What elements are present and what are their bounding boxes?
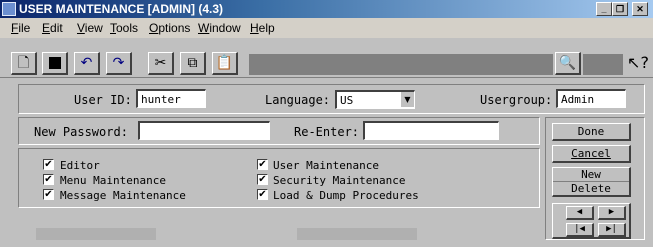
new-password-field[interactable]	[138, 121, 270, 140]
triangle-left-icon: ◀	[576, 207, 583, 217]
paste-icon: 📋	[215, 55, 234, 71]
menu-bar: File Edit View Tools Options Window Help	[0, 18, 653, 38]
checkbox-user-maintenance[interactable]: ✔	[257, 159, 268, 170]
undo-button[interactable]: ↶	[74, 52, 100, 75]
chevron-down-icon[interactable]: ▼	[400, 92, 414, 107]
new-button[interactable]: 🗋	[11, 52, 37, 75]
reenter-password-field[interactable]	[363, 121, 499, 140]
delete-button[interactable]: Delete	[553, 182, 629, 195]
checkbox-editor[interactable]: ✔	[43, 159, 54, 170]
toolbar: 🗋 ↶ ↷ ✂ ⧉ 📋 🔍 ↖?	[0, 38, 653, 78]
redo-button[interactable]: ↷	[106, 52, 132, 75]
language-label: Language:	[265, 93, 331, 107]
user-id-label: User ID:	[74, 93, 132, 107]
cut-button[interactable]: ✂	[148, 52, 174, 75]
toolbar-spacer-2	[583, 54, 623, 75]
checkbox-load-dump-procedures[interactable]: ✔	[257, 189, 268, 200]
paste-button[interactable]: 📋	[212, 52, 238, 75]
previous-record-button[interactable]: ◀	[566, 206, 594, 220]
checkmark-icon: ✔	[258, 189, 267, 200]
language-select[interactable]: US ▼	[335, 90, 415, 109]
copy-button[interactable]: ⧉	[180, 52, 206, 75]
cancel-button[interactable]: Cancel	[552, 145, 631, 163]
checkmark-icon: ✔	[258, 174, 267, 185]
menu-options[interactable]: Options	[149, 21, 190, 35]
redo-icon: ↷	[112, 55, 125, 71]
menu-view[interactable]: View	[77, 21, 103, 35]
new-document-icon: 🗋	[17, 55, 30, 71]
last-record-icon: ▶|	[606, 224, 617, 234]
checkbox-menu-maintenance[interactable]: ✔	[43, 174, 54, 185]
menu-help[interactable]: Help	[250, 21, 275, 35]
menu-file[interactable]: File	[11, 21, 30, 35]
help-pointer-icon: ↖?	[627, 53, 649, 72]
checkbox-label-user-maintenance: User Maintenance	[273, 159, 379, 172]
minimize-button[interactable]: _	[596, 2, 612, 16]
checkbox-label-message-maintenance: Message Maintenance	[60, 189, 186, 202]
checkbox-security-maintenance[interactable]: ✔	[257, 174, 268, 185]
checkbox-message-maintenance[interactable]: ✔	[43, 189, 54, 200]
checkmark-icon: ✔	[44, 189, 53, 200]
restore-icon: ❐	[615, 4, 625, 14]
find-user-button[interactable]: 🔍	[555, 52, 581, 75]
context-help-button[interactable]: ↖?	[627, 53, 649, 75]
first-record-icon: |◀	[574, 224, 585, 234]
new-password-label: New Password:	[34, 125, 128, 139]
checkmark-icon: ✔	[258, 159, 267, 170]
save-icon	[48, 57, 61, 69]
window-title: USER MAINTENANCE [ADMIN] (4.3)	[19, 2, 223, 16]
first-record-button[interactable]: |◀	[566, 223, 594, 237]
last-record-button[interactable]: ▶|	[598, 223, 626, 237]
checkbox-label-editor: Editor	[60, 159, 100, 172]
save-button[interactable]	[42, 52, 68, 75]
undo-icon: ↶	[80, 55, 93, 71]
status-segment-1	[36, 228, 156, 240]
done-button[interactable]: Done	[552, 123, 631, 141]
menu-tools[interactable]: Tools	[110, 21, 138, 35]
checkbox-label-security-maintenance: Security Maintenance	[273, 174, 406, 187]
checkbox-label-menu-maintenance: Menu Maintenance	[60, 174, 166, 187]
user-id-field[interactable]: hunter	[136, 89, 206, 108]
status-segment-2	[297, 228, 417, 240]
title-bar: USER MAINTENANCE [ADMIN] (4.3) _ ❐ ✕	[0, 0, 653, 18]
find-user-icon: 🔍	[558, 55, 577, 71]
language-value: US	[340, 94, 354, 107]
next-record-button[interactable]: ▶	[598, 206, 626, 220]
cut-icon: ✂	[154, 55, 167, 71]
app-icon	[2, 2, 16, 16]
close-icon: ✕	[636, 4, 644, 14]
close-button[interactable]: ✕	[632, 2, 648, 16]
usergroup-label: Usergroup:	[480, 93, 553, 107]
toolbar-spacer	[249, 54, 553, 75]
usergroup-field[interactable]: Admin	[556, 89, 626, 108]
triangle-right-icon: ▶	[608, 207, 615, 217]
checkmark-icon: ✔	[44, 174, 53, 185]
reenter-label: Re-Enter:	[294, 125, 360, 139]
menu-window[interactable]: Window	[198, 21, 241, 35]
menu-edit[interactable]: Edit	[42, 21, 63, 35]
restore-button[interactable]: ❐	[612, 2, 628, 16]
new-button[interactable]: New	[553, 168, 629, 182]
minimize-icon: _	[601, 4, 607, 14]
copy-icon: ⧉	[187, 55, 198, 71]
checkmark-icon: ✔	[44, 159, 53, 170]
checkbox-label-load-dump-procedures: Load & Dump Procedures	[273, 189, 419, 202]
new-delete-button-group: New Delete	[552, 167, 631, 197]
